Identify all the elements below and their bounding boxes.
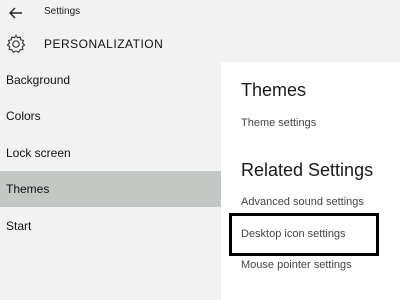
sidebar-item-colors[interactable]: Colors bbox=[0, 98, 221, 134]
sidebar-item-start[interactable]: Start bbox=[0, 208, 221, 244]
sidebar-item-background[interactable]: Background bbox=[0, 62, 221, 98]
main-content: Themes Theme settings Related Settings A… bbox=[221, 62, 400, 300]
highlight-box bbox=[229, 213, 379, 256]
mouse-pointer-settings-link[interactable]: Mouse pointer settings bbox=[241, 259, 352, 271]
page-header: PERSONALIZATION bbox=[0, 26, 400, 62]
title-bar: Settings bbox=[0, 0, 400, 26]
back-arrow-icon bbox=[9, 7, 22, 19]
page-title: PERSONALIZATION bbox=[44, 37, 164, 51]
theme-settings-link[interactable]: Theme settings bbox=[241, 117, 316, 129]
sidebar-item-themes[interactable]: Themes bbox=[0, 171, 221, 207]
gear-icon bbox=[6, 34, 26, 53]
sidebar: Background Colors Lock screen Themes Sta… bbox=[0, 62, 221, 300]
advanced-sound-settings-link[interactable]: Advanced sound settings bbox=[241, 196, 364, 208]
window-title: Settings bbox=[44, 6, 81, 17]
related-settings-heading: Related Settings bbox=[241, 160, 374, 180]
sidebar-item-lock-screen[interactable]: Lock screen bbox=[0, 135, 221, 171]
back-button[interactable] bbox=[6, 4, 26, 22]
themes-heading: Themes bbox=[241, 80, 307, 100]
